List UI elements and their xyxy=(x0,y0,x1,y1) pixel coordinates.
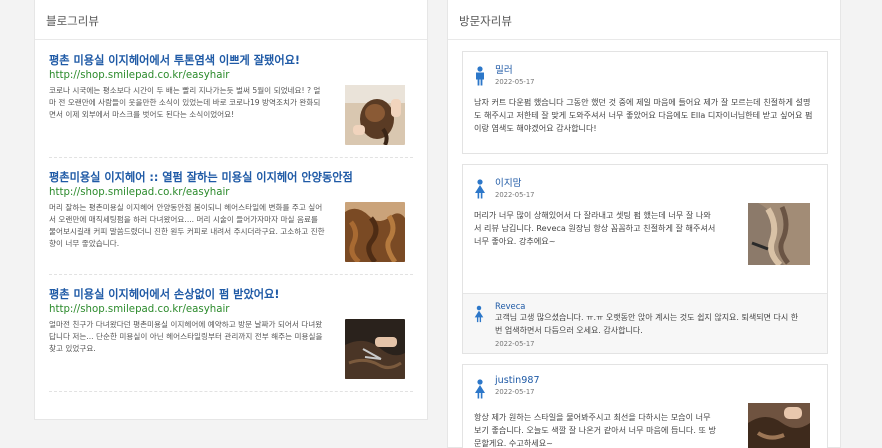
reviewer-name[interactable]: 이지맘 xyxy=(495,175,535,189)
female-user-icon xyxy=(475,179,485,199)
blog-review-thumbnail[interactable] xyxy=(345,319,405,379)
review-date: 2022-05-17 xyxy=(495,78,535,86)
blog-review-title[interactable]: 평촌 미용실 이지헤어에서 투톤염색 이쁘게 잘됐어요! xyxy=(49,52,413,68)
blog-review-title[interactable]: 평촌미용실 이지헤어 :: 열펌 잘하는 미용실 이지헤어 안양동안점 xyxy=(49,169,413,185)
blog-review-header: 블로그리뷰 xyxy=(35,0,427,40)
blog-review-snippet: 얼마전 친구가 다녀왔다던 평촌미용실 이지헤어에 예약하고 방문 날짜가 되어… xyxy=(49,320,323,353)
blog-review-item[interactable]: 평촌 미용실 이지헤어에서 투톤염색 이쁘게 잘됐어요! http://shop… xyxy=(49,52,413,158)
review-card: 밀러 2022-05-17 남자 커트 다운펌 했습니다 그동안 했던 것 중에… xyxy=(462,51,828,154)
blog-review-url[interactable]: http://shop.smilepad.co.kr/easyhair xyxy=(49,304,413,315)
review-card: justin987 2022-05-17 항상 제가 원하는 스타일을 물어봐주… xyxy=(462,364,828,448)
reviewer-name[interactable]: 밀러 xyxy=(495,62,535,76)
blog-review-item[interactable]: 평촌 미용실 이지헤어에서 손상없이 펌 받았어요! http://shop.s… xyxy=(49,286,413,392)
blog-review-url[interactable]: http://shop.smilepad.co.kr/easyhair xyxy=(49,70,413,81)
review-text: 항상 제가 원하는 스타일을 물어봐주시고 최선을 다하시는 모습이 너무 보기… xyxy=(474,412,716,448)
female-user-icon xyxy=(475,379,485,399)
blog-review-panel: 블로그리뷰 평촌 미용실 이지헤어에서 투톤염색 이쁘게 잘됐어요! http:… xyxy=(34,0,428,420)
visitor-review-header: 방문자리뷰 xyxy=(448,0,840,40)
blog-review-title[interactable]: 평촌 미용실 이지헤어에서 손상없이 펌 받았어요! xyxy=(49,286,413,302)
review-photo[interactable] xyxy=(748,403,810,448)
reviewer-name[interactable]: justin987 xyxy=(495,375,540,386)
blog-review-thumbnail[interactable] xyxy=(345,85,405,145)
male-user-icon xyxy=(476,66,484,86)
blog-review-snippet: 코로나 시국에는 평소보다 시간이 두 배는 빨리 지나가는듯 벌써 5월이 되… xyxy=(49,86,321,119)
review-photo[interactable] xyxy=(748,203,810,265)
review-text: 남자 커트 다운펌 했습니다 그동안 했던 것 중에 제일 마음에 들어요 제가… xyxy=(474,97,813,133)
review-date: 2022-05-17 xyxy=(495,388,535,396)
female-user-icon xyxy=(474,305,484,323)
review-card: 이지맘 2022-05-17 머리가 너무 많이 상해있어서 다 잘라내고 셋팅… xyxy=(462,164,828,354)
reply-author[interactable]: Reveca xyxy=(495,301,805,311)
blog-review-snippet: 머리 잘하는 평촌미용실 이지헤어 안양동안점 봄이되니 헤어스타일에 변화를 … xyxy=(49,203,325,248)
review-date: 2022-05-17 xyxy=(495,191,535,199)
review-text: 머리가 너무 많이 상해있어서 다 잘라내고 셋팅 펌 했는데 너무 잘 나와서… xyxy=(474,210,716,246)
reply-date: 2022-05-17 xyxy=(495,340,535,348)
blog-review-item[interactable]: 평촌미용실 이지헤어 :: 열펌 잘하는 미용실 이지헤어 안양동안점 http… xyxy=(49,169,413,275)
owner-reply: Reveca 고객님 고생 많으셨습니다. ㅠ.ㅠ 오랫동안 앉아 계시는 것도… xyxy=(463,293,827,353)
visitor-review-panel: 방문자리뷰 밀러 2022-05-17 남자 커트 다운펌 했습니다 그동안 했… xyxy=(447,0,841,448)
reply-text: 고객님 고생 많으셨습니다. ㅠ.ㅠ 오랫동안 앉아 계시는 것도 쉽지 않지요… xyxy=(495,313,799,335)
blog-review-thumbnail[interactable] xyxy=(345,202,405,262)
blog-review-url[interactable]: http://shop.smilepad.co.kr/easyhair xyxy=(49,187,413,198)
